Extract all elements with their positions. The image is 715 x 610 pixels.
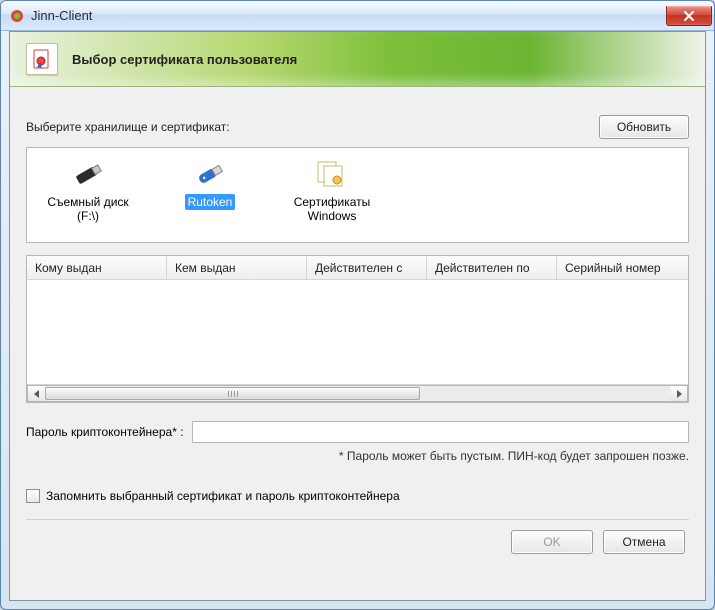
titlebar[interactable]: Jinn-Client	[1, 1, 714, 31]
scroll-right-button[interactable]	[670, 385, 688, 402]
remember-label: Запомнить выбранный сертификат и пароль …	[46, 489, 400, 503]
divider	[26, 519, 689, 520]
password-hint: * Пароль может быть пустым. ПИН-код буде…	[26, 449, 689, 463]
dialog-footer: OK Отмена	[26, 530, 689, 554]
usb-drive-icon	[68, 158, 108, 190]
banner: Выбор сертификата пользователя	[10, 32, 705, 87]
password-label: Пароль криптоконтейнера* :	[26, 425, 184, 439]
app-icon	[9, 8, 25, 24]
storage-item-rutoken[interactable]: Rutoken	[165, 158, 255, 210]
window-title: Jinn-Client	[31, 8, 92, 23]
client-area: Выбор сертификата пользователя Выберите …	[9, 31, 706, 601]
column-header[interactable]: Кому выдан	[27, 256, 167, 279]
refresh-button[interactable]: Обновить	[599, 115, 689, 139]
app-window: Jinn-Client Выбор сертификата пользовате…	[0, 0, 715, 610]
certificates-icon	[312, 158, 352, 190]
table-body[interactable]	[27, 280, 688, 384]
password-row: Пароль криптоконтейнера* :	[26, 421, 689, 443]
storage-item-removable-disk[interactable]: Съемный диск (F:\)	[43, 158, 133, 224]
storage-item-windows-certs[interactable]: Сертификаты Windows	[287, 158, 377, 224]
rutoken-icon	[190, 158, 230, 190]
storage-label: Сертификаты Windows	[287, 194, 377, 224]
remember-checkbox[interactable]	[26, 489, 40, 503]
scroll-thumb[interactable]	[45, 387, 420, 400]
password-input[interactable]	[192, 421, 689, 443]
instruction-label: Выберите хранилище и сертификат:	[26, 120, 230, 134]
certificate-icon	[26, 43, 58, 75]
certificate-table: Кому выдан Кем выдан Действителен с Дейс…	[26, 255, 689, 403]
page-title: Выбор сертификата пользователя	[72, 52, 297, 67]
column-header[interactable]: Кем выдан	[167, 256, 307, 279]
table-header: Кому выдан Кем выдан Действителен с Дейс…	[27, 256, 688, 280]
cancel-button[interactable]: Отмена	[603, 530, 685, 554]
column-header[interactable]: Серийный номер	[557, 256, 688, 279]
storage-list: Съемный диск (F:\) Rutoken Сертификаты W…	[26, 147, 689, 243]
close-button[interactable]	[666, 6, 712, 26]
column-header[interactable]: Действителен с	[307, 256, 427, 279]
horizontal-scrollbar[interactable]	[27, 384, 688, 402]
content: Выберите хранилище и сертификат: Обновит…	[10, 87, 705, 564]
ok-button[interactable]: OK	[511, 530, 593, 554]
storage-label: Rutoken	[185, 194, 236, 210]
remember-row: Запомнить выбранный сертификат и пароль …	[26, 489, 689, 503]
column-header[interactable]: Действителен по	[427, 256, 557, 279]
scroll-track[interactable]	[45, 385, 670, 402]
storage-label: Съемный диск (F:\)	[43, 194, 133, 224]
scroll-left-button[interactable]	[27, 385, 45, 402]
